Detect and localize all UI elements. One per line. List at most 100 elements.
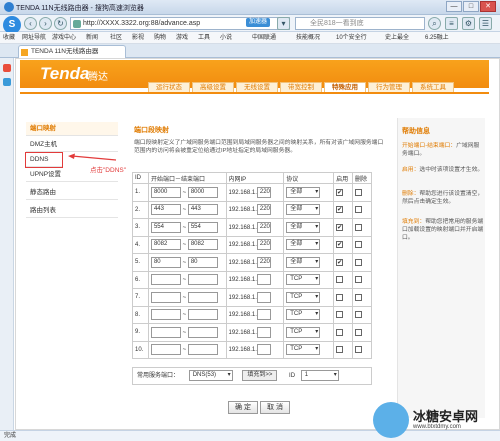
protocol-select[interactable]: TCP	[286, 309, 321, 321]
minimize-button[interactable]: —	[446, 1, 462, 12]
dropdown-icon[interactable]: ▾	[277, 17, 290, 30]
fav-item[interactable]: 网址导航	[22, 32, 46, 44]
search-input[interactable]: 全民818一看到底	[295, 17, 425, 30]
enable-checkbox[interactable]: ✔	[336, 258, 344, 266]
ip-input[interactable]	[256, 309, 271, 321]
ok-button[interactable]: 确 定	[228, 401, 258, 414]
tab-bandwidth[interactable]: 带宽控制	[280, 82, 322, 92]
delete-checkbox[interactable]	[355, 241, 363, 249]
accelerator-badge[interactable]: 加速器	[246, 18, 271, 27]
fav-item[interactable]: 收藏	[3, 32, 15, 44]
ip-input[interactable]	[256, 274, 271, 286]
start-port-input[interactable]	[150, 274, 181, 286]
protocol-select[interactable]: 全部	[286, 256, 321, 268]
maximize-button[interactable]: □	[463, 1, 479, 12]
fav-item[interactable]: 社区	[110, 32, 122, 44]
enable-checkbox[interactable]	[336, 328, 344, 336]
forward-icon[interactable]: ›	[39, 17, 52, 30]
id-select[interactable]: 1	[300, 369, 339, 381]
end-port-input[interactable]	[187, 344, 218, 356]
fill-button[interactable]: 填充到>>	[242, 369, 278, 381]
tab-status[interactable]: 运行状态	[148, 82, 190, 92]
fav-item[interactable]: 技能概况	[296, 32, 320, 44]
start-port-input[interactable]: 554	[150, 221, 181, 233]
tab-advanced[interactable]: 高级设置	[192, 82, 234, 92]
end-port-input[interactable]: 80	[187, 256, 218, 268]
enable-checkbox[interactable]: ✔	[336, 241, 344, 249]
delete-checkbox[interactable]	[355, 206, 363, 214]
fav-item[interactable]: 史上最全	[385, 32, 409, 44]
ip-input[interactable]: 220	[256, 204, 271, 216]
fav-item[interactable]: 影视	[132, 32, 144, 44]
start-port-input[interactable]	[150, 309, 181, 321]
browser-tab[interactable]: TENDA 11N无线路由器	[18, 45, 126, 58]
enable-checkbox[interactable]	[336, 346, 344, 354]
end-port-input[interactable]	[187, 326, 218, 338]
tab-behavior[interactable]: 行为管理	[368, 82, 410, 92]
delete-checkbox[interactable]	[355, 293, 363, 301]
start-port-input[interactable]: 8000	[150, 186, 181, 198]
sidebar-app-icon[interactable]	[3, 78, 11, 86]
fav-item[interactable]: 6.25融上	[425, 32, 449, 44]
end-port-input[interactable]: 554	[187, 221, 218, 233]
enable-checkbox[interactable]: ✔	[336, 223, 344, 231]
close-button[interactable]: ✕	[480, 1, 496, 12]
end-port-input[interactable]	[187, 309, 218, 321]
menu-ddns[interactable]: DDNS	[25, 152, 63, 168]
enable-checkbox[interactable]: ✔	[336, 188, 344, 196]
fav-item[interactable]: 游戏中心	[52, 32, 76, 44]
end-port-input[interactable]	[187, 274, 218, 286]
ip-input[interactable]	[256, 291, 271, 303]
delete-checkbox[interactable]	[355, 258, 363, 266]
end-port-input[interactable]: 8000	[187, 186, 218, 198]
menu-dmz[interactable]: DMZ主机	[26, 138, 118, 152]
enable-checkbox[interactable]	[336, 276, 344, 284]
delete-checkbox[interactable]	[355, 223, 363, 231]
sidebar-weibo-icon[interactable]	[3, 64, 11, 72]
enable-checkbox[interactable]	[336, 311, 344, 319]
tab-system[interactable]: 系统工具	[412, 82, 454, 92]
end-port-input[interactable]: 8082	[187, 239, 218, 251]
refresh-icon[interactable]: ↻	[54, 17, 67, 30]
start-port-input[interactable]: 443	[150, 204, 181, 216]
protocol-select[interactable]: 全部	[286, 221, 321, 233]
ip-input[interactable]: 220	[256, 256, 271, 268]
protocol-select[interactable]: TCP	[286, 344, 321, 356]
tools-icon[interactable]: ⚙	[462, 17, 475, 30]
protocol-select[interactable]: TCP	[286, 274, 321, 286]
tab-special-apps[interactable]: 特殊应用	[324, 82, 366, 92]
delete-checkbox[interactable]	[355, 311, 363, 319]
delete-checkbox[interactable]	[355, 346, 363, 354]
fav-item[interactable]: 游戏	[176, 32, 188, 44]
fav-item[interactable]: 小说	[220, 32, 232, 44]
protocol-select[interactable]: TCP	[286, 291, 321, 303]
menu-route-list[interactable]: 路由列表	[26, 204, 118, 218]
delete-checkbox[interactable]	[355, 328, 363, 336]
protocol-select[interactable]: 全部	[286, 239, 321, 251]
fav-item[interactable]: 10个安全行	[336, 32, 367, 44]
fav-item[interactable]: 工具	[198, 32, 210, 44]
enable-checkbox[interactable]	[336, 293, 344, 301]
ip-input[interactable]: 220	[256, 239, 271, 251]
fav-item[interactable]: 新闻	[86, 32, 98, 44]
protocol-select[interactable]: 全部	[286, 204, 321, 216]
start-port-input[interactable]: 8082	[150, 239, 181, 251]
delete-checkbox[interactable]	[355, 276, 363, 284]
menu-static-route[interactable]: 静态路由	[26, 186, 118, 200]
delete-checkbox[interactable]	[355, 188, 363, 196]
ip-input[interactable]: 220	[256, 186, 271, 198]
search-icon[interactable]: ⌕	[428, 17, 441, 30]
service-select[interactable]: DNS(53)	[188, 369, 233, 381]
end-port-input[interactable]: 443	[187, 204, 218, 216]
menu-icon[interactable]: ≡	[445, 17, 458, 30]
end-port-input[interactable]	[187, 291, 218, 303]
fav-item[interactable]: 购物	[154, 32, 166, 44]
ip-input[interactable]: 220	[256, 221, 271, 233]
fav-item[interactable]: 中国联通	[252, 32, 276, 44]
start-port-input[interactable]	[150, 291, 181, 303]
tab-wireless[interactable]: 无线设置	[236, 82, 278, 92]
cancel-button[interactable]: 取 消	[260, 401, 290, 414]
enable-checkbox[interactable]: ✔	[336, 206, 344, 214]
start-port-input[interactable]	[150, 326, 181, 338]
ip-input[interactable]	[256, 344, 271, 356]
